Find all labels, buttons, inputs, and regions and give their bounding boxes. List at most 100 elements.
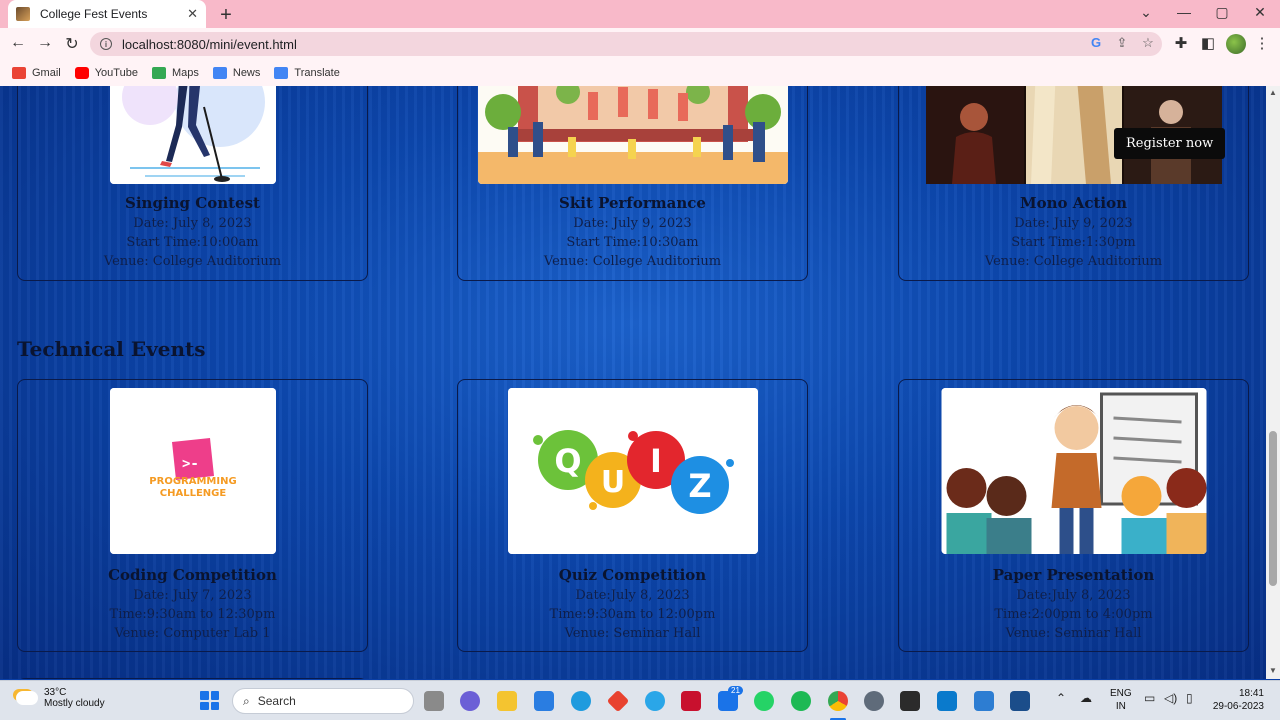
window-close-icon[interactable]: ✕ xyxy=(1250,4,1270,21)
app-diamond-icon[interactable] xyxy=(606,689,630,713)
share-icon[interactable]: ⇪ xyxy=(1114,35,1130,51)
scroll-down-icon[interactable]: ▼ xyxy=(1269,666,1277,675)
minimize-icon[interactable]: — xyxy=(1174,4,1194,20)
onedrive-icon[interactable]: ☁ xyxy=(1080,691,1092,705)
svg-text:I: I xyxy=(650,442,662,480)
event-title: Coding Competition xyxy=(108,566,277,584)
tab-close-icon[interactable]: ✕ xyxy=(187,6,198,22)
svg-text:Z: Z xyxy=(688,467,711,505)
google-lens-icon[interactable]: G xyxy=(1088,35,1104,50)
extensions-icon[interactable]: ✚ xyxy=(1172,34,1190,52)
microsoft-store-icon[interactable] xyxy=(534,691,554,711)
python-icon[interactable] xyxy=(645,691,665,711)
side-panel-icon[interactable]: ◧ xyxy=(1199,34,1217,52)
next-event-card-partial xyxy=(17,678,368,679)
scrollbar-thumb[interactable] xyxy=(1269,431,1277,586)
event-venue: Venue: Computer Lab 1 xyxy=(114,626,271,641)
terminal-icon[interactable] xyxy=(900,691,920,711)
vscode-icon[interactable] xyxy=(937,691,957,711)
search-placeholder: Search xyxy=(257,694,296,708)
event-date: Date: July 8, 2023 xyxy=(133,216,252,231)
bookmark-star-icon[interactable]: ☆ xyxy=(1140,35,1156,51)
edge-icon[interactable] xyxy=(571,691,591,711)
skit-performance-image xyxy=(477,86,788,184)
app-window-icon[interactable] xyxy=(1010,691,1030,711)
bookmark-translate[interactable]: Translate xyxy=(274,67,340,79)
page-viewport: Singing Contest Date: July 8, 2023 Start… xyxy=(0,86,1266,679)
event-venue: Venue: College Auditorium xyxy=(103,254,282,269)
event-title: Paper Presentation xyxy=(992,566,1155,584)
reload-icon[interactable]: ↻ xyxy=(62,34,82,54)
profile-avatar[interactable] xyxy=(1226,34,1246,54)
temperature: 33°C xyxy=(44,687,67,698)
event-date: Date:July 8, 2023 xyxy=(1016,588,1131,603)
spotify-icon[interactable] xyxy=(791,691,811,711)
battery-icon[interactable]: ▯ xyxy=(1186,691,1193,705)
bookmark-news[interactable]: News xyxy=(212,67,260,79)
coding-competition-image: >- PROGRAMMING CHALLENGE xyxy=(109,388,276,554)
windows-taskbar: 33°C Mostly cloudy ⌕ Search 21 ⌃ ☁ ENG I… xyxy=(0,680,1280,720)
browser-chrome: College Fest Events ✕ + ⌄ — ▢ ✕ ← → ↻ i … xyxy=(0,0,1280,86)
menu-kebab-icon[interactable]: ⋮ xyxy=(1253,34,1271,52)
paper-presentation-image xyxy=(941,388,1206,554)
event-time: Start Time:10:00am xyxy=(126,235,259,250)
bookmark-gmail[interactable]: Gmail xyxy=(12,67,61,79)
event-card-mono-action: Mono Action Date: July 9, 2023 Start Tim… xyxy=(898,86,1249,281)
event-title: Quiz Competition xyxy=(558,566,707,584)
youtube-icon xyxy=(74,67,89,79)
news-icon xyxy=(212,67,227,79)
event-date: Date:July 8, 2023 xyxy=(575,588,690,603)
event-date: Date: July 9, 2023 xyxy=(1014,216,1133,231)
site-info-icon[interactable]: i xyxy=(100,38,112,50)
register-now-button[interactable]: Register now xyxy=(1114,128,1226,159)
event-date: Date: July 7, 2023 xyxy=(133,588,252,603)
maps-icon xyxy=(151,67,166,79)
volume-icon[interactable]: ◁) xyxy=(1164,691,1177,705)
programming-challenge-text: PROGRAMMING xyxy=(149,476,236,487)
event-title: Singing Contest xyxy=(125,194,260,212)
tab-search-chevron-icon[interactable]: ⌄ xyxy=(1136,4,1156,21)
weather-widget[interactable]: 33°C Mostly cloudy xyxy=(16,687,105,709)
scroll-up-icon[interactable]: ▲ xyxy=(1269,88,1277,97)
start-button[interactable] xyxy=(200,691,219,710)
mcafee-icon[interactable] xyxy=(681,691,701,711)
event-title: Skit Performance xyxy=(559,194,706,212)
browser-tab[interactable]: College Fest Events ✕ xyxy=(8,0,206,28)
new-tab-button[interactable]: + xyxy=(216,4,236,27)
event-card-quiz: Q U I Z Quiz Competition Date:July 8, 20… xyxy=(457,379,808,652)
file-explorer-icon[interactable] xyxy=(497,691,517,711)
chrome-icon[interactable] xyxy=(828,691,848,711)
forward-icon[interactable]: → xyxy=(35,34,55,52)
tray-chevron-icon[interactable]: ⌃ xyxy=(1056,691,1066,705)
bookmark-youtube[interactable]: YouTube xyxy=(74,67,138,79)
whatsapp-icon[interactable] xyxy=(754,691,774,711)
quiz-competition-image: Q U I Z xyxy=(507,388,758,554)
maximize-icon[interactable]: ▢ xyxy=(1212,4,1232,21)
svg-text:Q: Q xyxy=(554,442,581,480)
settings-gear-icon[interactable] xyxy=(864,691,884,711)
task-view-icon[interactable] xyxy=(424,691,444,711)
teams-chat-icon[interactable] xyxy=(460,691,480,711)
notification-badge: 21 xyxy=(728,686,743,695)
translate-icon xyxy=(274,67,289,79)
language-indicator[interactable]: ENG IN xyxy=(1110,687,1132,713)
page-scrollbar[interactable]: ▲ ▼ xyxy=(1266,86,1280,679)
bookmark-maps[interactable]: Maps xyxy=(151,67,199,79)
event-time: Time:2:00pm to 4:00pm xyxy=(994,607,1153,622)
address-bar[interactable]: i localhost:8080/mini/event.html xyxy=(90,32,1162,56)
weather-status: Mostly cloudy xyxy=(44,698,105,709)
bookmarks-bar: Gmail YouTube Maps News Translate xyxy=(0,60,1280,86)
tab-title: College Fest Events xyxy=(40,7,148,21)
event-venue: Venue: Seminar Hall xyxy=(564,626,701,641)
event-time: Start Time:10:30am xyxy=(566,235,699,250)
event-time: Start Time:1:30pm xyxy=(1011,235,1136,250)
event-venue: Venue: College Auditorium xyxy=(543,254,722,269)
system-clock[interactable]: 18:41 29-06-2023 xyxy=(1208,687,1264,713)
notepad-icon[interactable] xyxy=(974,691,994,711)
event-venue: Venue: College Auditorium xyxy=(984,254,1163,269)
back-icon[interactable]: ← xyxy=(8,34,28,52)
event-title: Mono Action xyxy=(1019,194,1128,212)
event-card-skit: Skit Performance Date: July 9, 2023 Star… xyxy=(457,86,808,281)
taskbar-search[interactable]: ⌕ Search xyxy=(232,688,414,714)
network-icon[interactable]: ▭ xyxy=(1144,691,1155,705)
